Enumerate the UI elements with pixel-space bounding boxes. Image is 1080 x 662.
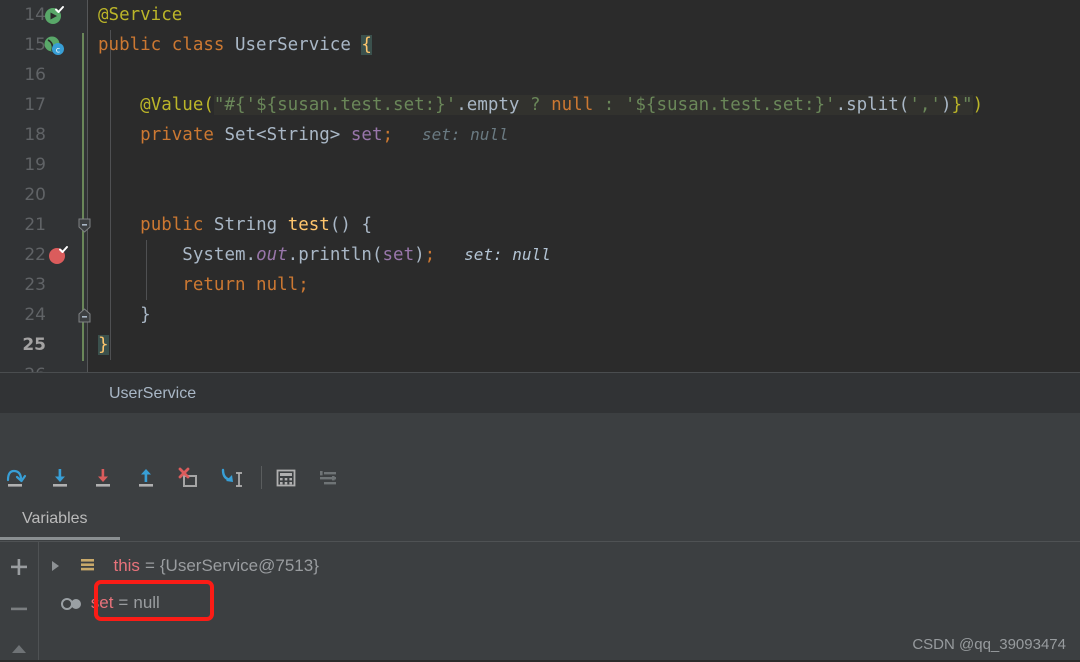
code-line-23: return null; (182, 275, 309, 295)
step-into-icon[interactable] (45, 463, 75, 493)
code-line-17: @Value("#{'${susan.test.set:}'.empty ? n… (140, 95, 984, 115)
breakpoint-hit-icon[interactable] (47, 244, 69, 266)
breadcrumb-item-userservice[interactable]: UserService (109, 373, 196, 414)
debugger-settings-icon[interactable] (313, 463, 343, 493)
variable-separator: = (118, 593, 129, 612)
breadcrumb-bar[interactable]: UserService (0, 372, 1080, 414)
variable-name: set (90, 593, 114, 612)
line-number: 24 (24, 305, 46, 325)
line-number: 19 (24, 155, 46, 175)
evaluate-expression-icon[interactable] (271, 463, 301, 493)
run-to-cursor-icon[interactable] (217, 463, 247, 493)
drop-frame-icon[interactable] (174, 463, 204, 493)
debug-panel-header-band (0, 413, 1080, 456)
expander-arrow-icon[interactable] (48, 553, 62, 571)
table-row[interactable]: this = {UserService@7513} (38, 551, 319, 581)
spring-bean-gutter-icon[interactable]: c (43, 34, 65, 56)
step-out-icon[interactable] (131, 463, 161, 493)
intellij-debugger-window: 14 15 16 17 18 19 20 21 22 23 24 25 26 c (0, 0, 1080, 660)
code-line-18: private Set<String> set; set: null (140, 125, 509, 145)
toolbar-separator (261, 466, 262, 489)
remove-watch-button[interactable] (7, 597, 31, 621)
run-class-gutter-icon[interactable] (43, 4, 65, 26)
line-number-current: 25 (22, 335, 46, 355)
table-row[interactable]: set = null (38, 588, 160, 618)
field-icon (60, 592, 81, 612)
debugger-tabstrip[interactable]: Variables (0, 500, 1080, 542)
step-over-icon[interactable] (2, 463, 32, 493)
force-step-into-icon[interactable] (88, 463, 118, 493)
line-number: 20 (24, 185, 46, 205)
tab-variables-label: Variables (22, 510, 88, 527)
fold-collapse-marker[interactable] (78, 218, 91, 233)
code-editor[interactable]: 14 15 16 17 18 19 20 21 22 23 24 25 26 c (0, 0, 1080, 372)
line-number: 16 (24, 65, 46, 85)
code-line-22: System.out.println(set); set: null (182, 245, 551, 265)
line-number: 15 (24, 35, 46, 55)
line-number: 14 (24, 5, 46, 25)
fold-collapse-marker[interactable] (78, 308, 91, 323)
variables-sidebar[interactable] (0, 542, 39, 660)
code-line-24: } (140, 305, 151, 325)
variable-name: this (113, 556, 140, 575)
svg-text:c: c (56, 46, 60, 55)
field-group-icon (79, 554, 99, 574)
line-number: 17 (24, 95, 46, 115)
tab-active-indicator (0, 537, 120, 540)
code-line-15: public class UserService { (98, 35, 372, 55)
add-watch-button[interactable] (7, 555, 31, 579)
tab-variables[interactable]: Variables (0, 500, 120, 542)
code-line-25: } (98, 335, 109, 355)
code-line-14: @Service (98, 5, 183, 25)
variable-value: null (133, 593, 160, 612)
line-number: 21 (24, 215, 46, 235)
code-line-21: public String test() { (140, 215, 372, 235)
line-number: 23 (24, 275, 46, 295)
line-number: 18 (24, 125, 46, 145)
collapse-button[interactable] (7, 638, 31, 662)
variable-separator: = (144, 556, 155, 575)
line-number: 26 (0, 360, 46, 372)
debugger-stepping-toolbar[interactable] (0, 455, 1080, 501)
variable-value: {UserService@7513} (159, 556, 319, 575)
watermark-text: CSDN @qq_39093474 (912, 636, 1066, 653)
line-number: 22 (24, 245, 46, 265)
